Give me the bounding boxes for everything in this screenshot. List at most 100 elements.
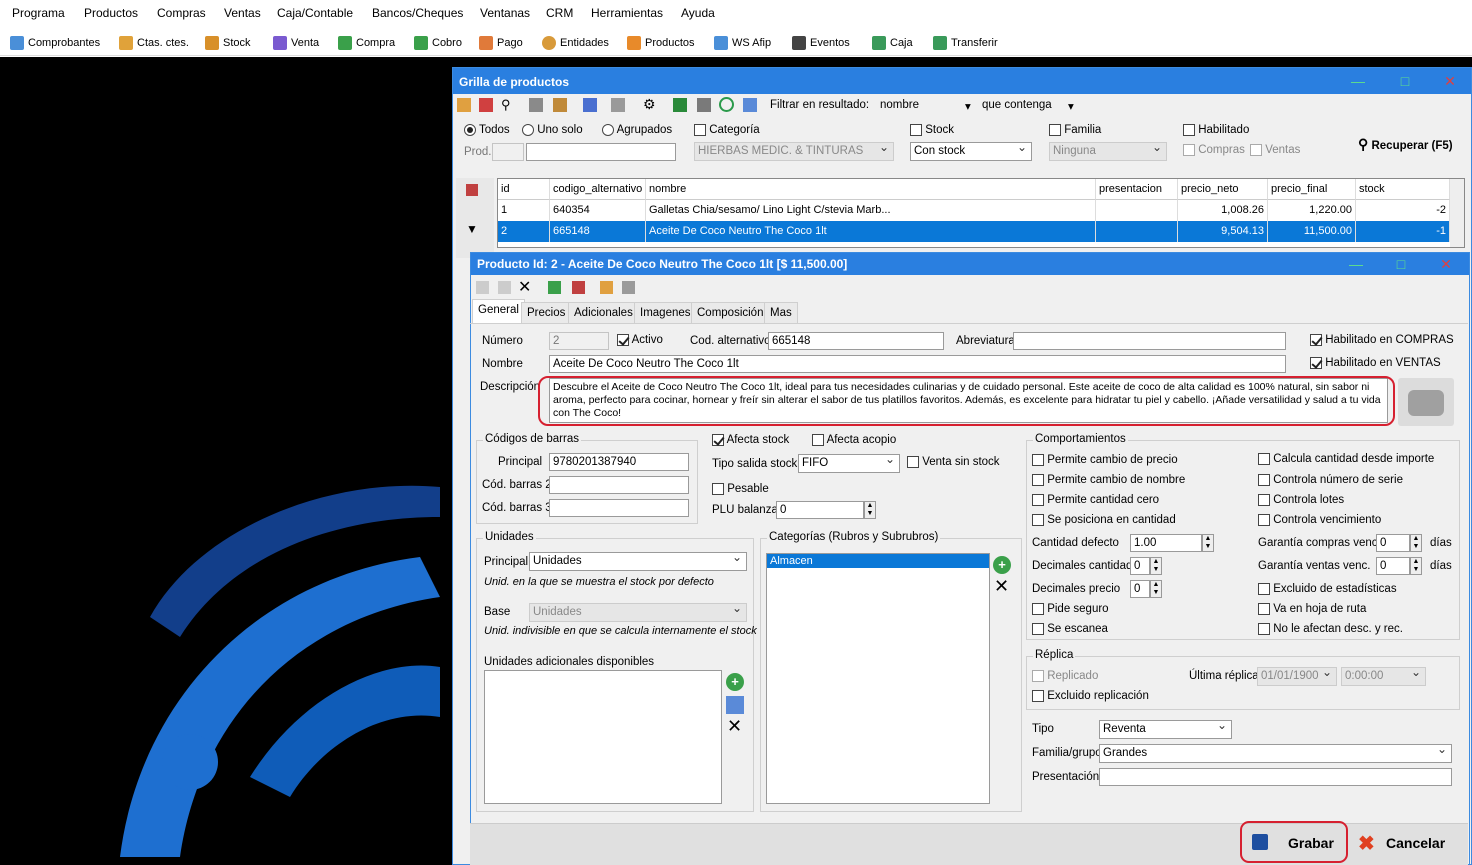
toolbar-comprobantes[interactable]: Comprobantes bbox=[10, 34, 100, 52]
menu-ventanas[interactable]: Ventanas bbox=[480, 6, 530, 20]
dec-cant-field[interactable]: 0 bbox=[1130, 557, 1150, 575]
table-row[interactable]: 1 640354 Galletas Chia/sesamo/ Lino Ligh… bbox=[498, 200, 1450, 221]
comport-check[interactable]: Permite cantidad cero bbox=[1032, 494, 1159, 506]
toolbar-pago[interactable]: Pago bbox=[479, 34, 523, 52]
dec-precio-field[interactable]: 0 bbox=[1130, 580, 1150, 598]
toolbar-compra[interactable]: Compra bbox=[338, 34, 395, 52]
tipo-select[interactable]: Reventa bbox=[1099, 718, 1232, 739]
spinner-icon[interactable]: ▲ ▼ bbox=[1410, 557, 1422, 575]
categoria-filter-check[interactable]: Categoría bbox=[694, 124, 760, 136]
cant-defecto-field[interactable]: 1.00 bbox=[1130, 534, 1202, 552]
comport-check[interactable]: Controla vencimiento bbox=[1258, 514, 1381, 526]
presentacion-field[interactable] bbox=[1099, 768, 1452, 786]
filter-field-select[interactable]: nombre bbox=[880, 99, 919, 111]
comport-check[interactable]: Permite cambio de nombre bbox=[1032, 474, 1185, 486]
spinner-icon[interactable]: ▲ ▼ bbox=[1202, 534, 1214, 552]
tipo-salida-select[interactable]: FIFO bbox=[798, 452, 900, 473]
remove-icon[interactable]: ✕ bbox=[727, 716, 742, 737]
new-icon[interactable] bbox=[457, 98, 471, 112]
col-header-nombre[interactable]: nombre bbox=[646, 179, 1096, 200]
copy-icon[interactable] bbox=[743, 98, 757, 112]
copy-icon[interactable] bbox=[600, 281, 613, 294]
gear-icon[interactable]: ⚙ bbox=[643, 96, 656, 113]
list-item[interactable]: Almacen bbox=[767, 554, 989, 568]
toolbar-entidades[interactable]: Entidades bbox=[542, 34, 609, 52]
filter-icon[interactable]: ▼ bbox=[466, 222, 478, 236]
tab-composicion[interactable]: Composición bbox=[691, 302, 770, 323]
col-header-precio-final[interactable]: precio_final bbox=[1268, 179, 1356, 200]
afecta-stock-check[interactable]: Afecta stock bbox=[712, 434, 789, 446]
comport-check[interactable]: Permite cambio de precio bbox=[1032, 454, 1178, 466]
tab-adicionales[interactable]: Adicionales bbox=[568, 302, 639, 323]
menu-ventas[interactable]: Ventas bbox=[224, 6, 261, 20]
toolbar-ctas-ctes[interactable]: Ctas. ctes. bbox=[119, 34, 189, 52]
radio-todos[interactable]: Todos bbox=[464, 124, 510, 136]
report-icon[interactable] bbox=[572, 281, 585, 294]
toolbar-caja[interactable]: Caja bbox=[872, 34, 913, 52]
col-header-precio-neto[interactable]: precio_neto bbox=[1178, 179, 1268, 200]
excel-icon[interactable] bbox=[673, 98, 687, 112]
abreviatura-field[interactable] bbox=[1013, 332, 1286, 350]
col-header-id[interactable]: id bbox=[498, 179, 550, 200]
cod-alt-field[interactable]: 665148 bbox=[768, 332, 944, 350]
prod-code-input[interactable] bbox=[492, 143, 524, 161]
report-icon[interactable] bbox=[466, 184, 478, 196]
recuperar-button[interactable]: ⚲ Recuperar (F5) bbox=[1358, 136, 1453, 153]
add-icon[interactable]: + bbox=[726, 673, 744, 691]
comport-check[interactable]: Controla lotes bbox=[1258, 494, 1344, 506]
whatsapp-icon[interactable] bbox=[719, 97, 734, 112]
excluido-est-check[interactable]: Excluido de estadísticas bbox=[1258, 583, 1397, 595]
table-row[interactable]: 2 665148 Aceite De Coco Neutro The Coco … bbox=[498, 221, 1450, 242]
pide-seguro-check[interactable]: Pide seguro bbox=[1032, 603, 1109, 615]
gar-ventas-field[interactable]: 0 bbox=[1376, 557, 1410, 575]
delete-icon[interactable]: ✕ bbox=[518, 277, 531, 297]
spinner-icon[interactable]: ▲ ▼ bbox=[1410, 534, 1422, 552]
save-icon[interactable] bbox=[498, 281, 511, 294]
col-header-codigo[interactable]: codigo_alternativo bbox=[550, 179, 646, 200]
ventas-filter-check[interactable]: Ventas bbox=[1250, 144, 1300, 156]
menu-caja-contable[interactable]: Caja/Contable bbox=[277, 6, 353, 20]
hab-compras-check[interactable]: Habilitado en COMPRAS bbox=[1310, 334, 1454, 346]
toolbar-productos[interactable]: Productos bbox=[627, 34, 695, 52]
minimize-icon[interactable]: — bbox=[1343, 68, 1373, 94]
folder-icon[interactable] bbox=[553, 98, 567, 112]
spinner-icon[interactable]: ▲ ▼ bbox=[864, 501, 876, 519]
categoria-filter-select[interactable]: HIERBAS MEDIC. & TINTURAS bbox=[694, 140, 894, 161]
comport-check[interactable]: Se posiciona en cantidad bbox=[1032, 514, 1176, 526]
no-desc-check[interactable]: No le afectan desc. y rec. bbox=[1258, 623, 1403, 635]
stock-filter-select[interactable]: Con stock bbox=[910, 140, 1032, 161]
menu-crm[interactable]: CRM bbox=[546, 6, 573, 20]
minimize-icon[interactable]: — bbox=[1341, 253, 1371, 275]
menu-bancos-cheques[interactable]: Bancos/Cheques bbox=[372, 6, 463, 20]
remove-icon[interactable]: ✕ bbox=[994, 576, 1009, 597]
familia-filter-select[interactable]: Ninguna bbox=[1049, 140, 1167, 161]
menu-productos[interactable]: Productos bbox=[84, 6, 138, 20]
maximize-icon[interactable]: □ bbox=[1386, 253, 1416, 275]
ultima-hora-select[interactable]: 0:00:00 bbox=[1341, 665, 1426, 686]
base-select[interactable]: Unidades bbox=[529, 601, 747, 622]
toolbar-cobro[interactable]: Cobro bbox=[414, 34, 462, 52]
categorias-list[interactable]: Almacen bbox=[766, 553, 990, 804]
pesable-check[interactable]: Pesable bbox=[712, 483, 769, 495]
menu-herramientas[interactable]: Herramientas bbox=[591, 6, 663, 20]
edit-icon[interactable] bbox=[479, 98, 493, 112]
filter-mode-select[interactable]: que contenga bbox=[982, 99, 1052, 111]
numero-field[interactable]: 2 bbox=[549, 332, 609, 350]
toolbar-stock[interactable]: Stock bbox=[205, 34, 251, 52]
toolbar-venta[interactable]: Venta bbox=[273, 34, 319, 52]
grid-scrollbar[interactable] bbox=[1450, 179, 1464, 247]
unid-adic-list[interactable] bbox=[484, 670, 722, 804]
col-header-presentacion[interactable]: presentacion bbox=[1096, 179, 1178, 200]
ultima-fecha-select[interactable]: 01/01/1900 bbox=[1257, 665, 1337, 686]
excluido-replicacion-check[interactable]: Excluido replicación bbox=[1032, 690, 1149, 702]
export-icon[interactable] bbox=[529, 98, 543, 112]
print-icon[interactable] bbox=[611, 98, 625, 112]
toolbar-transferir[interactable]: Transferir bbox=[933, 34, 998, 52]
comport-check[interactable]: Calcula cantidad desde importe bbox=[1258, 453, 1434, 465]
unid-principal-select[interactable]: Unidades bbox=[529, 550, 747, 571]
col-header-stock[interactable]: stock bbox=[1356, 179, 1450, 200]
edit-icon[interactable] bbox=[726, 696, 744, 714]
menu-ayuda[interactable]: Ayuda bbox=[681, 6, 715, 20]
tab-mas[interactable]: Mas bbox=[764, 302, 798, 323]
toolbar-ws-afip[interactable]: WS Afip bbox=[714, 34, 771, 52]
